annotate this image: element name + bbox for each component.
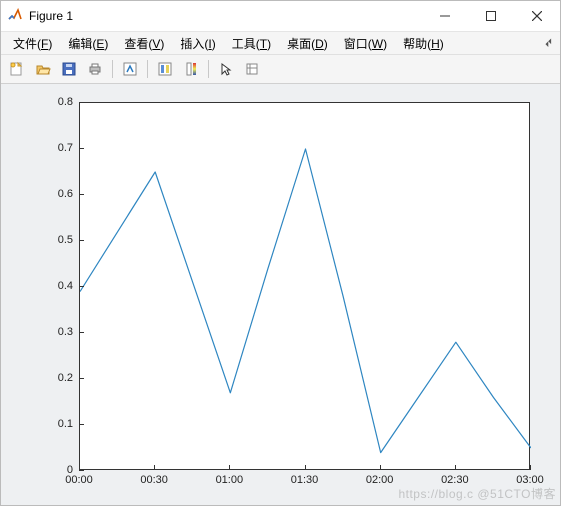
y-tick <box>79 424 84 425</box>
colorbar-icon[interactable] <box>179 57 203 81</box>
menu-bar: 文件(F)编辑(E)查看(V)插入(I)工具(T)桌面(D)窗口(W)帮助(H) <box>1 32 560 55</box>
menu-i[interactable]: 插入(I) <box>172 33 223 54</box>
menu-d[interactable]: 桌面(D) <box>279 33 336 54</box>
print-icon[interactable] <box>83 57 107 81</box>
data-line <box>80 149 531 453</box>
watermark-text: https://blog.c @51CTO博客 <box>398 485 556 502</box>
minimize-button[interactable] <box>422 1 468 31</box>
pointer-icon[interactable] <box>214 57 238 81</box>
y-tick <box>79 286 84 287</box>
toolbar-separator <box>112 60 113 78</box>
close-button[interactable] <box>514 1 560 31</box>
toolbar <box>1 55 560 84</box>
toolbar-separator <box>147 60 148 78</box>
y-tick <box>79 102 84 103</box>
menubar-overflow-icon[interactable] <box>544 36 554 50</box>
y-tick <box>79 240 84 241</box>
y-tick-label: 0.2 <box>43 372 73 384</box>
data-cursor-icon[interactable] <box>153 57 177 81</box>
x-tick <box>229 465 230 470</box>
menu-e[interactable]: 编辑(E) <box>60 33 116 54</box>
y-tick-label: 0.6 <box>43 188 73 200</box>
maximize-button[interactable] <box>468 1 514 31</box>
x-tick-label: 02:30 <box>441 474 469 486</box>
menu-v[interactable]: 查看(V) <box>116 33 172 54</box>
y-tick <box>79 194 84 195</box>
matlab-icon <box>7 8 23 24</box>
y-tick <box>79 470 84 471</box>
y-tick-label: 0.3 <box>43 326 73 338</box>
y-tick-label: 0.7 <box>43 142 73 154</box>
menu-t[interactable]: 工具(T) <box>224 33 279 54</box>
save-icon[interactable] <box>57 57 81 81</box>
menu-w[interactable]: 窗口(W) <box>336 33 395 54</box>
y-tick-label: 0.1 <box>43 418 73 430</box>
x-tick-label: 01:00 <box>216 474 244 486</box>
title-bar: Figure 1 <box>1 1 560 32</box>
y-tick-label: 0.8 <box>43 96 73 108</box>
x-tick-label: 03:00 <box>516 474 544 486</box>
open-icon[interactable] <box>31 57 55 81</box>
x-tick <box>380 465 381 470</box>
x-tick <box>154 465 155 470</box>
figure-window: Figure 1 文件(F)编辑(E)查看(V)插入(I)工具(T)桌面(D)窗… <box>0 0 561 506</box>
menu-f[interactable]: 文件(F) <box>5 33 60 54</box>
y-tick-label: 0.4 <box>43 280 73 292</box>
y-tick <box>79 332 84 333</box>
x-tick <box>305 465 306 470</box>
x-tick <box>530 465 531 470</box>
y-tick <box>79 378 84 379</box>
insert-icon[interactable] <box>240 57 264 81</box>
x-tick-label: 01:30 <box>291 474 319 486</box>
x-tick <box>455 465 456 470</box>
toolbar-separator <box>208 60 209 78</box>
y-tick <box>79 148 84 149</box>
figure-canvas[interactable]: https://blog.c @51CTO博客 00.10.20.30.40.5… <box>1 84 560 505</box>
plot-line-layer <box>80 103 531 471</box>
menu-h[interactable]: 帮助(H) <box>395 33 452 54</box>
x-tick-label: 00:30 <box>140 474 168 486</box>
new-figure-icon[interactable] <box>5 57 29 81</box>
link-icon[interactable] <box>118 57 142 81</box>
window-title: Figure 1 <box>29 9 422 23</box>
axes[interactable] <box>79 102 530 470</box>
x-tick-label: 02:00 <box>366 474 394 486</box>
y-tick-label: 0.5 <box>43 234 73 246</box>
x-tick-label: 00:00 <box>65 474 93 486</box>
x-tick <box>79 465 80 470</box>
